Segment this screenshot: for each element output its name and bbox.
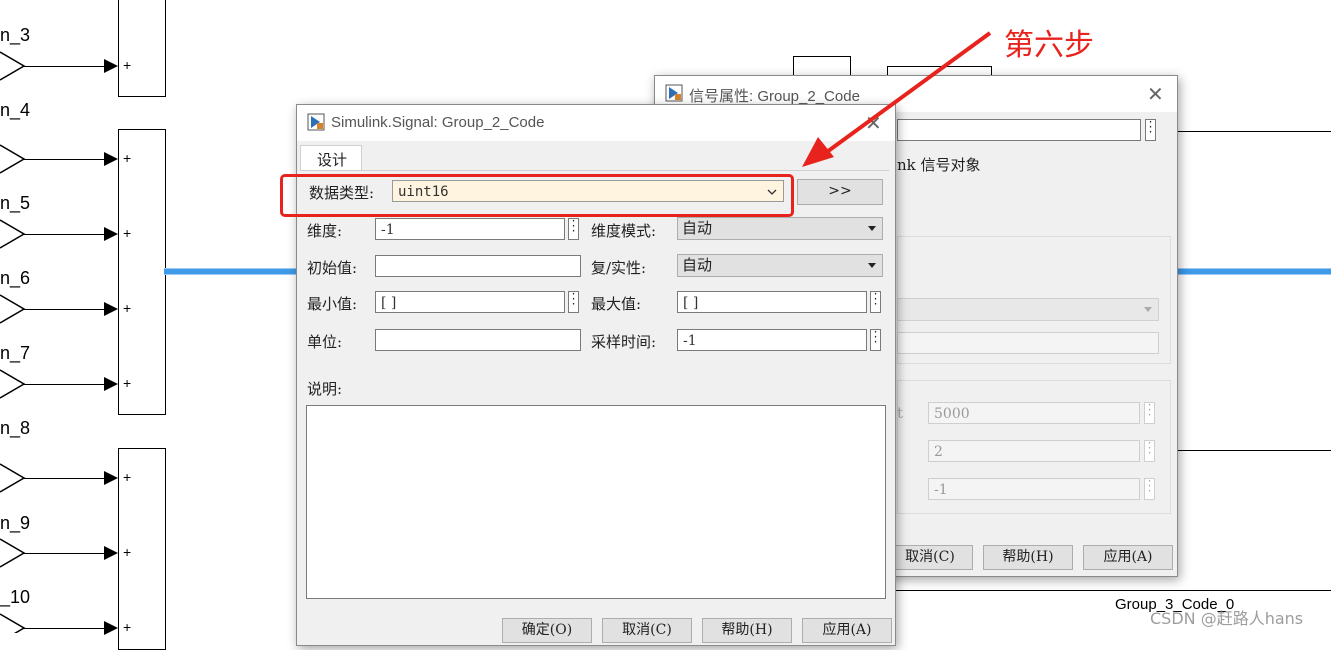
close-icon[interactable]: ✕ [1147,82,1164,106]
tab-design[interactable]: 设计 [300,145,362,171]
dimensions-label: 维度: [307,222,343,240]
help-button[interactable]: 帮助(H) [702,618,792,643]
apply-button[interactable]: 应用(A) [802,618,892,643]
ok-button[interactable]: 确定(O) [502,618,592,643]
plus-sign: + [123,469,132,485]
bus-line[interactable] [1176,268,1331,275]
more-options-icon[interactable]: · · · [1145,116,1156,141]
description-textarea[interactable] [306,405,886,599]
cancel-button[interactable]: 取消(C) [602,618,692,643]
complexity-value: 自动 [682,256,713,274]
min-label: 最小值: [307,295,358,313]
complexity-select[interactable]: 自动 [677,254,883,277]
description-label: 说明: [307,380,343,398]
disabled-select [897,298,1159,321]
plus-sign: + [123,544,132,560]
unit-field[interactable] [375,329,581,351]
field-label: t [897,404,904,422]
more-options-icon[interactable]: · · · [568,288,579,313]
max-label: 最大值: [591,295,642,313]
disabled-field: 2 [928,440,1140,462]
cancel-button[interactable]: 取消(C) [887,545,973,570]
simulink-icon [665,84,683,102]
sample-time-label: 采样时间: [591,333,657,351]
sum-block[interactable] [118,0,166,97]
more-options-icon: · · · [1144,399,1155,424]
watermark: CSDN @赶路人hans [1150,609,1304,628]
complexity-label: 复/实性: [591,259,647,277]
tab-label: 设计 [317,151,348,169]
plus-sign: + [123,300,132,316]
dimension-mode-value: 自动 [682,219,713,237]
plus-sign: + [123,225,132,241]
more-options-icon[interactable]: · · · [870,288,881,313]
gain-blocks[interactable] [0,0,30,633]
dimension-mode-label: 维度模式: [591,222,657,240]
dialog-title: Simulink.Signal: Group_2_Code [331,114,545,131]
plus-sign: + [123,150,132,166]
simulink-icon [307,113,325,131]
initial-value-label: 初始值: [307,259,358,277]
more-options-icon[interactable]: · · · [870,326,881,351]
plus-sign: + [123,375,132,391]
help-button[interactable]: 帮助(H) [983,545,1073,570]
max-field[interactable]: [ ] [677,291,867,313]
annotation-arrow [802,31,992,167]
dimensions-field[interactable]: -1 [375,218,565,240]
sample-time-field[interactable]: -1 [677,329,867,351]
unit-label: 单位: [307,333,343,351]
dimension-mode-select[interactable]: 自动 [677,217,883,240]
disabled-field [897,332,1159,354]
more-options-icon: · · · [1144,475,1155,500]
min-field[interactable]: [ ] [375,291,565,313]
apply-button[interactable]: 应用(A) [1083,545,1173,570]
plus-sign: + [123,57,132,73]
bus-line[interactable] [164,268,304,275]
more-options-icon: · · · [1144,437,1155,462]
disabled-field: -1 [928,478,1140,500]
step-annotation: 第六步 [1004,28,1094,63]
more-options-icon[interactable]: · · · [568,215,579,240]
expand-button[interactable]: >> [797,179,883,205]
disabled-field: 5000 [928,402,1140,424]
sum-block[interactable] [118,129,166,415]
initial-value-field[interactable] [375,255,581,277]
highlight-box [280,174,794,217]
